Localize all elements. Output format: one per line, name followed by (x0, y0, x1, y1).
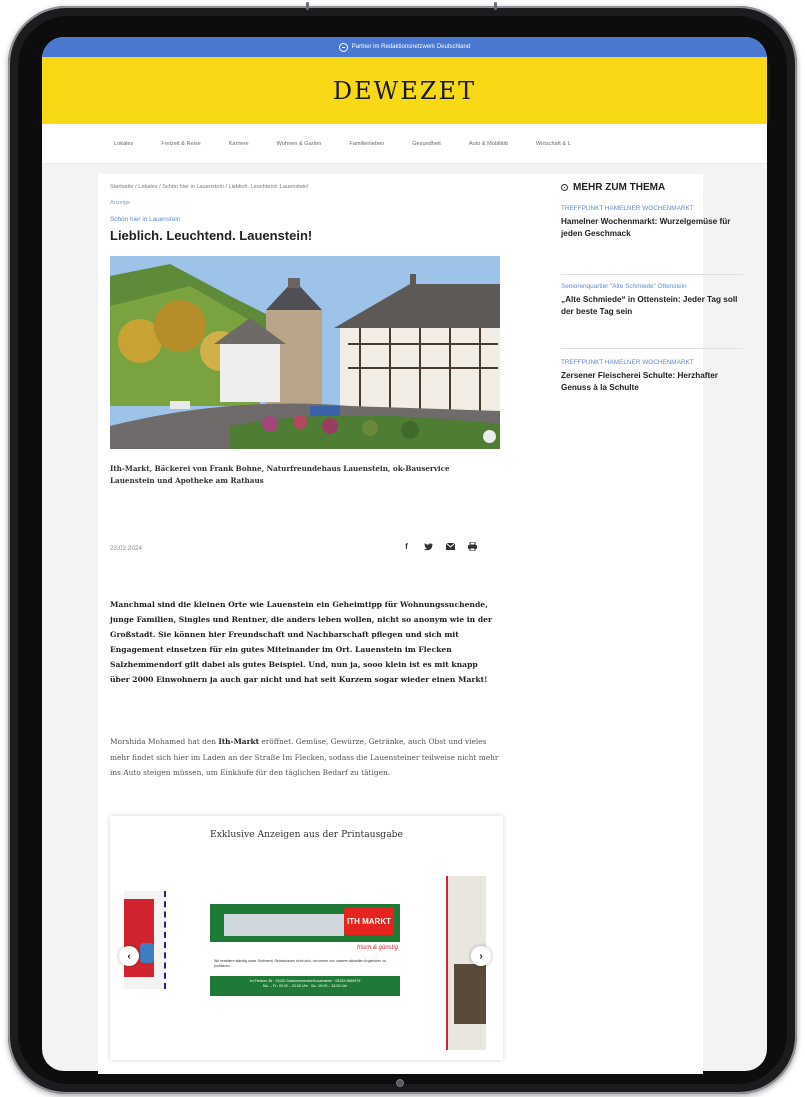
ith-markt-storefront: ITH MARKT (210, 904, 400, 942)
share-bar: f (399, 539, 480, 554)
divider (561, 348, 743, 349)
ad-slide-previous[interactable] (124, 891, 166, 989)
related-article[interactable]: Seniorenquartier "Alte Schmiede" Ottenst… (561, 282, 743, 318)
article-lead: Manchmal sind die kleinen Orte wie Lauen… (110, 600, 492, 684)
nav-item-familienleben[interactable]: Familienleben (349, 141, 384, 147)
nav-item-freizeit-reise[interactable]: Freizeit & Reise (161, 141, 200, 147)
nav-item-auto-mobilitaet[interactable]: Auto & Mobilität (469, 141, 508, 147)
carousel-prev-button[interactable]: ‹ (119, 946, 139, 966)
ith-markt-tagline: frisch & günstig (356, 945, 398, 951)
hero-image[interactable] (110, 256, 500, 449)
camera-dot-icon (396, 1079, 404, 1087)
masthead: DEWEZET (42, 57, 767, 124)
partner-bar[interactable]: Partner im Redaktionsnetzwerk Deutschlan… (42, 37, 767, 57)
print-icon[interactable] (465, 539, 480, 554)
village-photo (110, 256, 500, 449)
hardware-button-icon (494, 2, 497, 10)
nav-item-wirtschaft[interactable]: Wirtschaft & L (536, 141, 571, 147)
related-article[interactable]: TREFFPUNKT HAMELNER WOCHENMARKT Zersener… (561, 358, 743, 394)
partner-bar-text: Partner im Redaktionsnetzwerk Deutschlan… (351, 44, 471, 50)
ith-markt-link[interactable]: Ith-Markt (218, 737, 259, 746)
facebook-icon[interactable]: f (399, 539, 414, 554)
carousel-title: Exklusive Anzeigen aus der Printausgabe (209, 829, 403, 840)
nav-item-karriere[interactable]: Karriere (229, 141, 249, 147)
nav-item-wohnen-garten[interactable]: Wohnen & Garten (277, 141, 322, 147)
ad-label: Anzeige (110, 200, 131, 206)
related-title[interactable]: „Alte Schmiede“ in Ottenstein: Jeder Tag… (561, 294, 743, 318)
related-heading-text: MEHR ZUM THEMA (573, 182, 666, 193)
site-logo[interactable]: DEWEZET (333, 77, 476, 105)
ith-markt-logo: ITH MARKT (344, 907, 394, 935)
publish-date: 23.02.2024 (110, 545, 142, 552)
nav-item-lokales[interactable]: Lokales (114, 141, 133, 147)
ith-markt-footer: Im Flecken 36 · 31020 Salzhemmendorf/Lau… (210, 976, 400, 996)
main-nav: Lokales Freizeit & Reise Karriere Wohnen… (42, 124, 767, 164)
related-kicker: TREFFPUNKT HAMELNER WOCHENMARKT (561, 205, 694, 212)
article-kicker[interactable]: Schön hier in Lauenstein (110, 216, 180, 223)
image-caption: Ith-Markt, Bäckerei von Frank Bohne, Nat… (110, 464, 450, 485)
breadcrumb[interactable]: Startseite / Lokales / Schön hier in Lau… (110, 184, 309, 190)
ith-markt-hours: Mo. – Fr.: 09.00 – 20.00 Uhr · Sa.: 09.0… (262, 984, 348, 988)
ith-markt-text: Wir erweitern ständig unser Sortiment. R… (214, 959, 386, 968)
twitter-icon[interactable] (421, 539, 436, 554)
print-ads-carousel: Exklusive Anzeigen aus der Printausgabe … (110, 816, 503, 1060)
content-card: Startseite / Lokales / Schön hier in Lau… (98, 174, 743, 1074)
article-paragraph: Morshida Mohamed hat den Ith-Markt eröff… (110, 734, 500, 781)
nav-item-gesundheit[interactable]: Gesundheit (412, 141, 441, 147)
divider (561, 274, 743, 275)
carousel-next-button[interactable]: › (471, 946, 491, 966)
ad-slide-ith-markt[interactable]: ITH MARKT frisch & günstig Wir erweitern… (208, 904, 402, 1008)
paragraph-text: Morshida Mohamed hat den (110, 737, 219, 746)
image-info-icon[interactable] (483, 430, 496, 443)
related-kicker: TREFFPUNKT HAMELNER WOCHENMARKT (561, 359, 694, 366)
related-heading: MEHR ZUM THEMA (561, 182, 665, 193)
hardware-button-icon (306, 2, 309, 10)
related-kicker: Seniorenquartier "Alte Schmiede" Ottenst… (561, 283, 687, 290)
related-title[interactable]: Hamelner Wochenmarkt: Wurzelgemüse für j… (561, 216, 743, 240)
mail-icon[interactable] (443, 539, 458, 554)
target-icon (561, 184, 568, 191)
network-icon (338, 42, 348, 52)
related-title[interactable]: Zersener Fleischerei Schulte: Herzhafter… (561, 370, 743, 394)
related-article[interactable]: TREFFPUNKT HAMELNER WOCHENMARKT Hamelner… (561, 204, 743, 240)
article-headline: Lieblich. Leuchtend. Lauenstein! (110, 228, 313, 243)
